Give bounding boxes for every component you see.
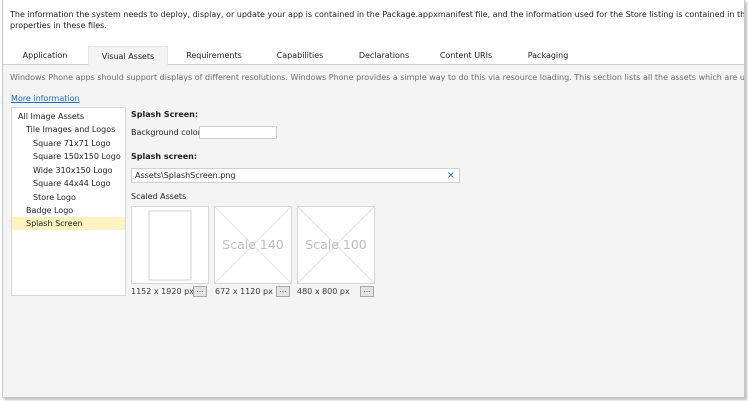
scaled-assets-label: Scaled Assets xyxy=(131,192,187,201)
browse-button-1[interactable]: ... xyxy=(193,286,207,297)
info-banner: The information the system needs to depl… xyxy=(3,0,744,49)
tab-requirements[interactable]: Requirements xyxy=(181,46,247,64)
tab-declarations[interactable]: Declarations xyxy=(352,46,416,64)
splash-screen-path-field[interactable]: Assets\SplashScreen.png × xyxy=(131,168,460,183)
asset-size-2: 672 x 1120 px xyxy=(215,287,273,296)
background-color-label: Background color: xyxy=(131,128,204,137)
info-line-1: The information the system needs to depl… xyxy=(10,10,745,19)
manifest-designer: The information the system needs to depl… xyxy=(2,0,745,398)
tree-item-square-150x150-logo[interactable]: Square 150x150 Logo xyxy=(12,150,125,163)
tab-packaging[interactable]: Packaging xyxy=(520,46,576,64)
asset-tree: All Image Assets Tile Images and Logos S… xyxy=(11,107,126,296)
asset-size-1: 1152 x 1920 px xyxy=(131,287,194,296)
splash-screen-path: Assets\SplashScreen.png xyxy=(135,171,236,180)
splash-screen-label: Splash screen: xyxy=(131,152,198,161)
asset-preview-image xyxy=(148,210,192,281)
asset-size-3: 480 x 800 px xyxy=(297,287,350,296)
tree-item-badge-logo[interactable]: Badge Logo xyxy=(12,204,125,217)
tree-item-all-image-assets[interactable]: All Image Assets xyxy=(12,110,125,123)
asset-thumbnail-3[interactable]: Scale 100 xyxy=(297,206,375,284)
asset-thumbnail-2[interactable]: Scale 140 xyxy=(214,206,292,284)
asset-thumbnail-1[interactable] xyxy=(131,206,209,284)
tree-item-store-logo[interactable]: Store Logo xyxy=(12,191,125,204)
section-title: Splash Screen: xyxy=(131,110,199,119)
tree-item-square-44x44-logo[interactable]: Square 44x44 Logo xyxy=(12,177,125,190)
section-description: Windows Phone apps should support displa… xyxy=(10,73,745,82)
browse-button-3[interactable]: ... xyxy=(360,286,374,297)
tab-capabilities[interactable]: Capabilities xyxy=(269,46,331,64)
info-line-2: properties in these files. xyxy=(10,21,107,30)
more-information-link[interactable]: More information xyxy=(11,94,80,103)
asset-scale-label: Scale 140 xyxy=(222,237,284,252)
tree-item-square-71x71-logo[interactable]: Square 71x71 Logo xyxy=(12,137,125,150)
tree-item-splash-screen[interactable]: Splash Screen xyxy=(12,217,125,230)
browse-button-2[interactable]: ... xyxy=(276,286,290,297)
tab-visual-assets[interactable]: Visual Assets xyxy=(88,46,168,65)
asset-scale-label: Scale 100 xyxy=(305,237,367,252)
tab-content-uris[interactable]: Content URIs xyxy=(435,46,497,64)
tab-bar: Application Visual Assets Requirements C… xyxy=(3,46,744,65)
tree-item-tile-images-and-logos[interactable]: Tile Images and Logos xyxy=(12,123,125,136)
background-color-field[interactable] xyxy=(199,126,277,139)
clear-icon[interactable]: × xyxy=(447,169,455,182)
tree-item-wide-310x150-logo[interactable]: Wide 310x150 Logo xyxy=(12,164,125,177)
tab-application[interactable]: Application xyxy=(15,46,75,64)
